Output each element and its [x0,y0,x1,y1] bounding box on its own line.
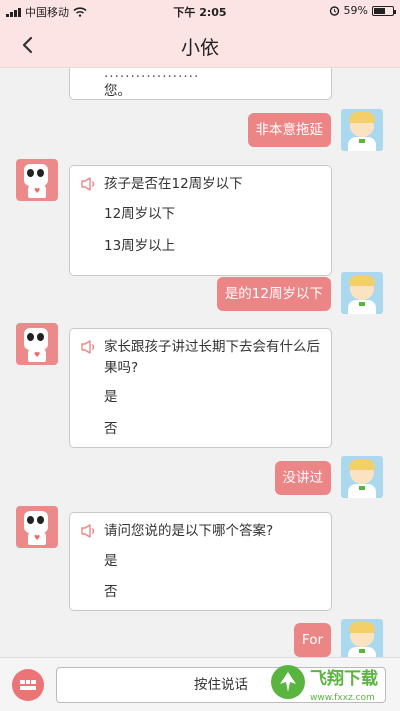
bot-avatar: ♥ [16,506,58,548]
answer-option[interactable]: 否 [104,417,118,437]
user-message: 非本意拖延 [247,113,331,147]
bot-message-card: .................. 您。 [69,68,332,100]
answer-option[interactable]: 是 [104,385,118,405]
bot-avatar: ♥ [16,159,58,201]
alarm-icon [329,6,339,16]
bot-message-card: 请问您说的是以下哪个答案? 是 否 [69,512,332,611]
nav-bar: 小依 [0,22,400,68]
partial-text: .................. [104,68,200,81]
bot-question: 家长跟孩子讲过长期下去会有什么后果吗? [104,339,320,376]
status-bar: 中国移动 下午 2:05 59% [0,0,400,22]
bot-question: 请问您说的是以下哪个答案? [104,523,274,539]
speaker-icon[interactable] [80,339,98,355]
speaker-icon[interactable] [80,176,98,192]
bot-avatar: ♥ [16,323,58,365]
battery-icon [372,5,396,16]
speaker-icon[interactable] [80,523,98,539]
answer-option[interactable]: 13周岁以上 [104,234,175,254]
user-message: For [293,623,331,657]
keyboard-icon [20,680,36,690]
user-message: 是的12周岁以下 [216,277,331,311]
answer-option[interactable]: 否 [104,580,118,600]
partial-text: 您。 [104,83,131,99]
watermark-logo: 飞翔下载 www.fxxz.com [268,660,396,706]
bot-message-card: 孩子是否在12周岁以下 12周岁以下 13周岁以上 [69,165,332,276]
user-avatar [341,272,383,314]
bot-question: 孩子是否在12周岁以下 [104,176,243,192]
page-title: 小依 [180,37,219,59]
user-avatar [341,456,383,498]
chat-list[interactable]: .................. 您。 非本意拖延 ♥ 孩子是否在12周岁以… [0,68,400,657]
answer-option[interactable]: 12周岁以下 [104,202,175,222]
bot-message-card: 家长跟孩子讲过长期下去会有什么后果吗? 是 否 [69,328,332,448]
user-avatar [341,619,383,657]
watermark-url: www.fxxz.com [310,693,375,703]
keyboard-button[interactable] [12,669,44,701]
user-avatar [341,109,383,151]
answer-option[interactable]: 是 [104,549,118,569]
watermark-text: 飞翔下载 [310,668,378,689]
battery-percent: 59% [343,4,368,17]
user-message: 没讲过 [274,461,331,495]
